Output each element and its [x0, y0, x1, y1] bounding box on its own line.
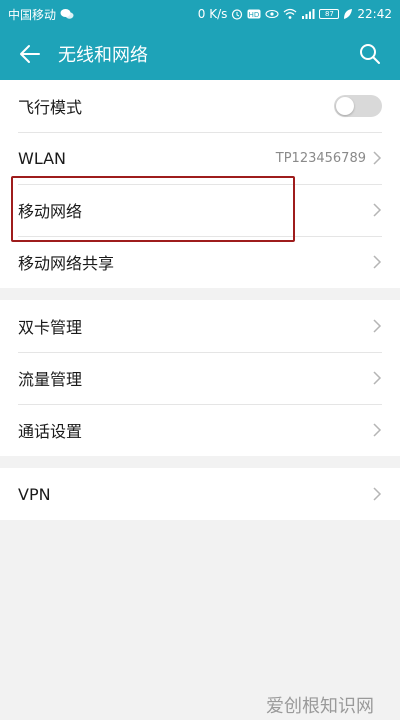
eye-icon	[265, 7, 279, 21]
airplane-mode-toggle[interactable]	[334, 95, 382, 117]
row-label: 移动网络	[18, 202, 83, 221]
chevron-right-icon	[372, 370, 382, 386]
svg-text:HD: HD	[249, 11, 260, 19]
row-label: 移动网络共享	[18, 254, 115, 273]
row-vpn[interactable]: VPN	[0, 468, 400, 520]
settings-group-2: 双卡管理 流量管理 通话设置	[0, 300, 400, 456]
chevron-right-icon	[372, 422, 382, 438]
row-label: VPN	[18, 484, 51, 504]
alarm-icon	[231, 7, 243, 21]
row-label: WLAN	[18, 148, 67, 168]
clock: 22:42	[357, 7, 392, 21]
wifi-icon	[283, 7, 297, 21]
row-label: 双卡管理	[18, 318, 83, 337]
battery-icon: 87	[319, 9, 340, 19]
carrier-label: 中国移动	[8, 7, 57, 22]
leaf-icon	[343, 7, 353, 21]
wlan-ssid-value: TP123456789	[275, 150, 366, 166]
row-mobile-hotspot[interactable]: 移动网络共享	[0, 236, 400, 288]
chevron-right-icon	[372, 486, 382, 502]
settings-group-1: 飞行模式 WLAN TP123456789 移动网络 移动网络共享	[0, 80, 400, 288]
signal-icon	[301, 7, 315, 21]
chevron-right-icon	[372, 318, 382, 334]
row-call-settings[interactable]: 通话设置	[0, 404, 400, 456]
page-title: 无线和网络	[58, 45, 148, 66]
chevron-right-icon	[372, 202, 382, 218]
search-icon	[360, 44, 380, 64]
row-label: 通话设置	[18, 422, 83, 441]
status-bar: 中国移动 0 K/s HD 87 22:42	[0, 0, 400, 28]
row-label: 流量管理	[18, 370, 83, 389]
row-airplane-mode[interactable]: 飞行模式	[0, 80, 400, 132]
chevron-right-icon	[372, 150, 382, 166]
row-dual-sim[interactable]: 双卡管理	[0, 300, 400, 352]
chevron-right-icon	[372, 254, 382, 270]
watermark: 爱创根知识网	[266, 696, 374, 717]
row-label: 飞行模式	[18, 98, 83, 117]
section-divider	[0, 456, 400, 468]
back-button[interactable]	[14, 38, 46, 70]
row-wlan[interactable]: WLAN TP123456789	[0, 132, 400, 184]
settings-group-3: VPN	[0, 468, 400, 520]
search-button[interactable]	[354, 38, 386, 70]
arrow-left-icon	[20, 45, 40, 63]
app-bar: 无线和网络	[0, 28, 400, 80]
toggle-knob	[336, 97, 354, 115]
row-data-usage[interactable]: 流量管理	[0, 352, 400, 404]
hd-icon: HD	[247, 7, 261, 21]
wechat-icon	[60, 7, 74, 21]
network-speed: 0 K/s	[197, 7, 228, 21]
row-mobile-network[interactable]: 移动网络	[0, 184, 400, 236]
section-divider	[0, 288, 400, 300]
